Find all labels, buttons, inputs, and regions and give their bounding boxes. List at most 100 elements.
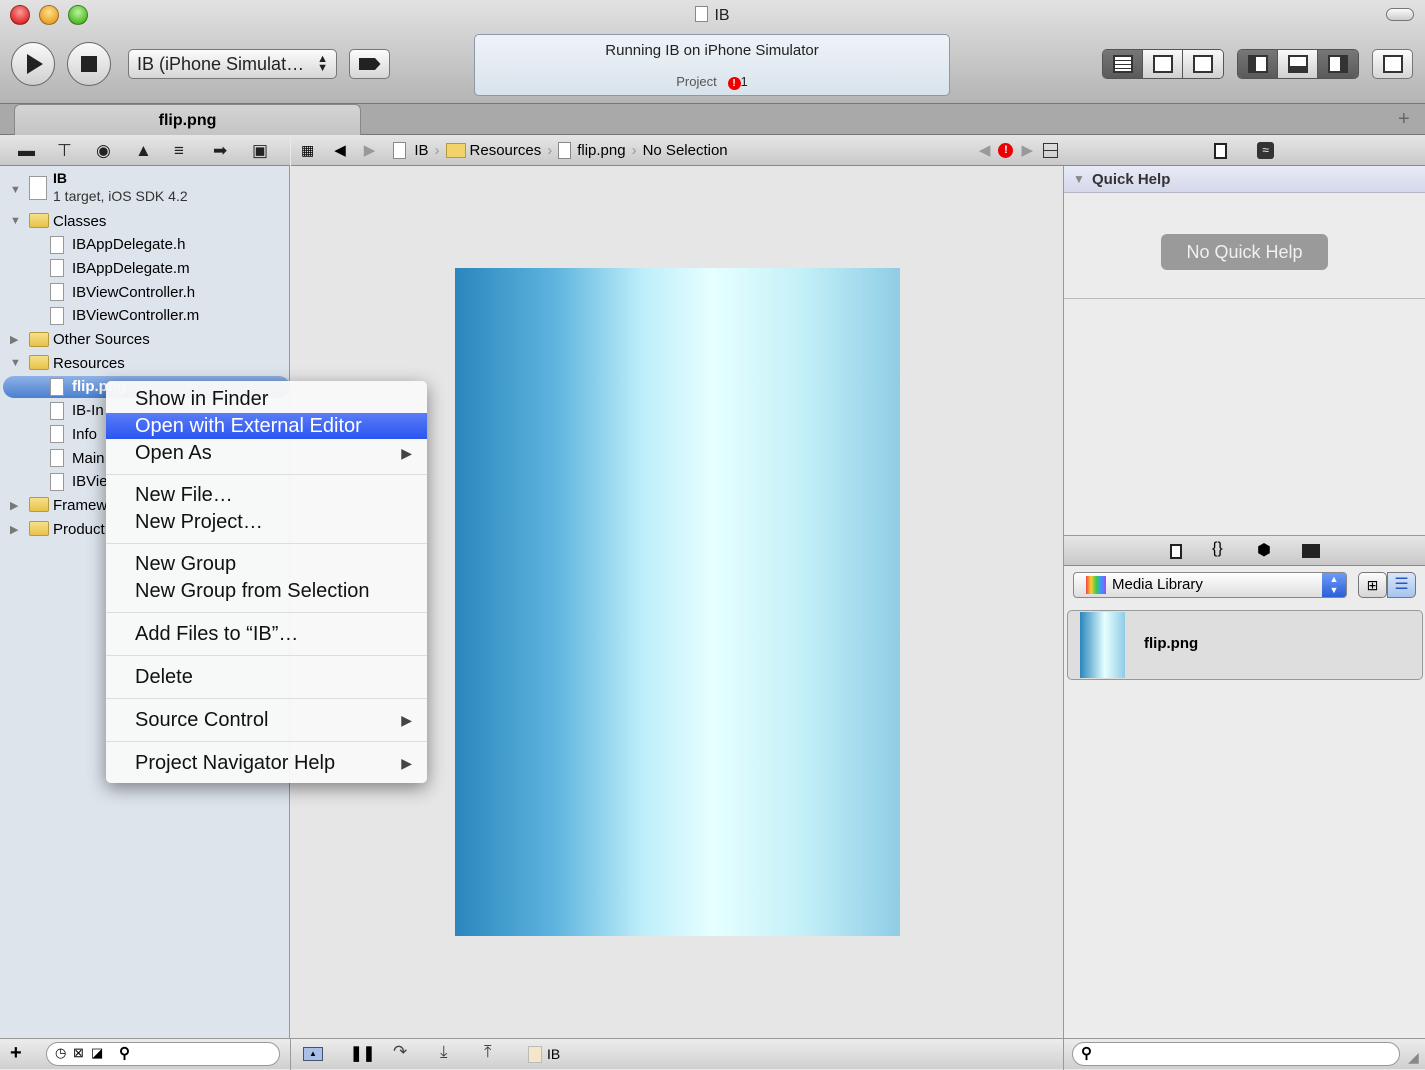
window-title: IB bbox=[0, 6, 1425, 25]
previous-issue-icon[interactable]: ◀ bbox=[979, 141, 991, 159]
stop-button[interactable] bbox=[67, 42, 111, 86]
navigator-item[interactable]: ▶ Other Sources bbox=[0, 328, 290, 352]
navigator-toggle-button[interactable] bbox=[1238, 50, 1278, 78]
library-item-label: flip.png bbox=[1144, 635, 1199, 652]
toolbar-toggle-button[interactable] bbox=[1386, 8, 1414, 21]
standard-editor-button[interactable] bbox=[1103, 50, 1143, 78]
tab-flip-png[interactable]: flip.png bbox=[14, 104, 361, 135]
disclosure-triangle-icon[interactable]: ▶ bbox=[10, 499, 18, 512]
error-icon[interactable]: ! bbox=[998, 142, 1014, 158]
log-icon[interactable]: ▣ bbox=[252, 141, 268, 161]
back-arrow-icon[interactable]: ◀ bbox=[334, 141, 346, 159]
breakpoints-button[interactable] bbox=[349, 49, 390, 79]
error-icon[interactable]: ! bbox=[727, 77, 741, 90]
assistant-editor-button[interactable] bbox=[1143, 50, 1183, 78]
library-filter-field[interactable]: ⚲ bbox=[1072, 1042, 1400, 1066]
navigator-item[interactable]: ▼ Classes bbox=[0, 209, 290, 233]
unsaved-filter-icon[interactable]: ⊠ bbox=[73, 1045, 84, 1061]
utilities-toggle-button[interactable] bbox=[1318, 50, 1358, 78]
hierarchy-icon[interactable]: ⊤ bbox=[57, 141, 72, 161]
folder-icon[interactable]: ▬ bbox=[18, 141, 35, 161]
menu-item-delete[interactable]: Delete bbox=[106, 664, 427, 690]
navigator-item[interactable]: ▼ Resources bbox=[0, 351, 290, 375]
forward-arrow-icon[interactable]: ▶ bbox=[364, 141, 376, 159]
debug-target-label[interactable]: IB bbox=[547, 1046, 560, 1062]
menu-item-project-navigator-help[interactable]: Project Navigator Help ▶ bbox=[106, 750, 427, 776]
disclosure-triangle-icon[interactable]: ▶ bbox=[10, 523, 18, 536]
menu-item-new-group-from-selection[interactable]: New Group from Selection bbox=[106, 578, 427, 604]
scheme-popup[interactable]: IB (iPhone Simulat… ▲ ▼ bbox=[128, 49, 337, 79]
version-editor-button[interactable] bbox=[1183, 50, 1223, 78]
breadcrumb-ib[interactable]: IB bbox=[414, 142, 428, 159]
step-out-icon[interactable]: ⤒ bbox=[484, 1042, 492, 1062]
debug-toggle-button[interactable] bbox=[1278, 50, 1318, 78]
navigator-item[interactable]: IBViewController.h bbox=[0, 280, 290, 304]
search-icon[interactable]: ◉ bbox=[96, 141, 111, 161]
project-root-item[interactable]: ▼ IB 1 target, iOS SDK 4.2 bbox=[0, 170, 290, 208]
disclosure-triangle-icon: ▼ bbox=[1073, 172, 1085, 186]
disclosure-triangle-icon[interactable]: ▼ bbox=[10, 357, 21, 369]
menu-item-open-with-external-editor[interactable]: Open with External Editor bbox=[106, 413, 427, 439]
image-file-icon bbox=[50, 377, 64, 396]
breadcrumb-resources[interactable]: Resources bbox=[470, 142, 542, 159]
app-icon bbox=[528, 1046, 542, 1063]
menu-item-open-as[interactable]: Open As ▶ bbox=[106, 440, 427, 466]
list-icon[interactable]: ≡ bbox=[174, 141, 184, 161]
menu-item-add-files-to-ib[interactable]: Add Files to “IB”… bbox=[106, 621, 427, 647]
scm-filter-icon[interactable]: ◪ bbox=[91, 1045, 103, 1061]
navigator-item[interactable]: IBAppDelegate.h bbox=[0, 233, 290, 257]
activity-status: Running IB on iPhone Simulator bbox=[605, 42, 819, 59]
navigator-item[interactable]: IBAppDelegate.m bbox=[0, 256, 290, 280]
resize-grip-icon[interactable]: ◢ bbox=[1408, 1049, 1419, 1066]
step-over-icon[interactable]: ↷ bbox=[393, 1042, 407, 1062]
disclosure-triangle-icon[interactable]: ▼ bbox=[10, 184, 21, 196]
step-into-icon[interactable]: ⤓ bbox=[440, 1042, 448, 1062]
quick-help-icon[interactable]: ≈ bbox=[1257, 142, 1274, 159]
menu-item-new-file[interactable]: New File… bbox=[106, 482, 427, 508]
grid-view-button[interactable]: ⊞ bbox=[1358, 572, 1387, 598]
library-selector-bar: {} ⬢ bbox=[1064, 535, 1425, 566]
breadcrumb-no-selection[interactable]: No Selection bbox=[643, 142, 728, 159]
split-editor-icon[interactable] bbox=[1043, 142, 1058, 158]
breakpoint-icon bbox=[358, 58, 381, 70]
lines-icon bbox=[1112, 55, 1133, 73]
quick-help-header[interactable]: ▼ Quick Help bbox=[1064, 166, 1425, 193]
disclosure-triangle-icon[interactable]: ▶ bbox=[10, 333, 18, 346]
pause-icon[interactable]: ❚❚ bbox=[350, 1044, 375, 1062]
bottom-panel-icon bbox=[1287, 55, 1308, 73]
file-template-icon[interactable] bbox=[1170, 544, 1182, 559]
code-snippet-icon[interactable]: {} bbox=[1212, 540, 1223, 558]
submenu-arrow-icon: ▶ bbox=[401, 445, 412, 461]
add-tab-button[interactable]: + bbox=[1398, 108, 1410, 131]
hide-debug-icon[interactable]: ▲ bbox=[303, 1047, 323, 1061]
file-icon bbox=[50, 449, 64, 467]
navigator-filter-field[interactable]: ◷ ⊠ ◪ ⚲ bbox=[46, 1042, 280, 1066]
navigator-item-label: Resources bbox=[53, 354, 125, 372]
recent-filter-icon[interactable]: ◷ bbox=[55, 1045, 66, 1061]
menu-separator bbox=[106, 543, 427, 544]
disclosure-triangle-icon[interactable]: ▼ bbox=[10, 215, 21, 227]
navigator-item-label: IBVie bbox=[72, 473, 108, 491]
menu-item-new-group[interactable]: New Group bbox=[106, 551, 427, 577]
menu-item-show-in-finder[interactable]: Show in Finder bbox=[106, 386, 427, 412]
related-items-icon[interactable]: ▦ bbox=[301, 142, 314, 159]
file-icon bbox=[50, 306, 64, 325]
menu-item-new-project[interactable]: New Project… bbox=[106, 509, 427, 535]
breakpoint-icon[interactable]: ➡ bbox=[213, 141, 227, 161]
next-issue-icon[interactable]: ▶ bbox=[1021, 141, 1033, 159]
organizer-button[interactable] bbox=[1372, 49, 1413, 79]
left-panel-icon bbox=[1247, 55, 1268, 73]
file-inspector-icon[interactable] bbox=[1214, 143, 1227, 159]
organizer-icon bbox=[1382, 55, 1403, 73]
list-view-button[interactable]: ☰ bbox=[1387, 572, 1416, 598]
object-library-icon[interactable]: ⬢ bbox=[1257, 540, 1271, 560]
add-button[interactable]: + bbox=[10, 1042, 22, 1065]
run-button[interactable] bbox=[11, 42, 55, 86]
menu-item-source-control[interactable]: Source Control ▶ bbox=[106, 707, 427, 733]
navigator-item[interactable]: IBViewController.m bbox=[0, 304, 290, 328]
breadcrumb-flip-png[interactable]: flip.png bbox=[577, 142, 625, 159]
folder-icon bbox=[29, 497, 49, 513]
warning-icon[interactable]: ▲ bbox=[135, 141, 152, 161]
media-library-icon[interactable] bbox=[1302, 544, 1320, 558]
library-popup[interactable]: Media Library ▲ ▼ bbox=[1073, 572, 1347, 598]
